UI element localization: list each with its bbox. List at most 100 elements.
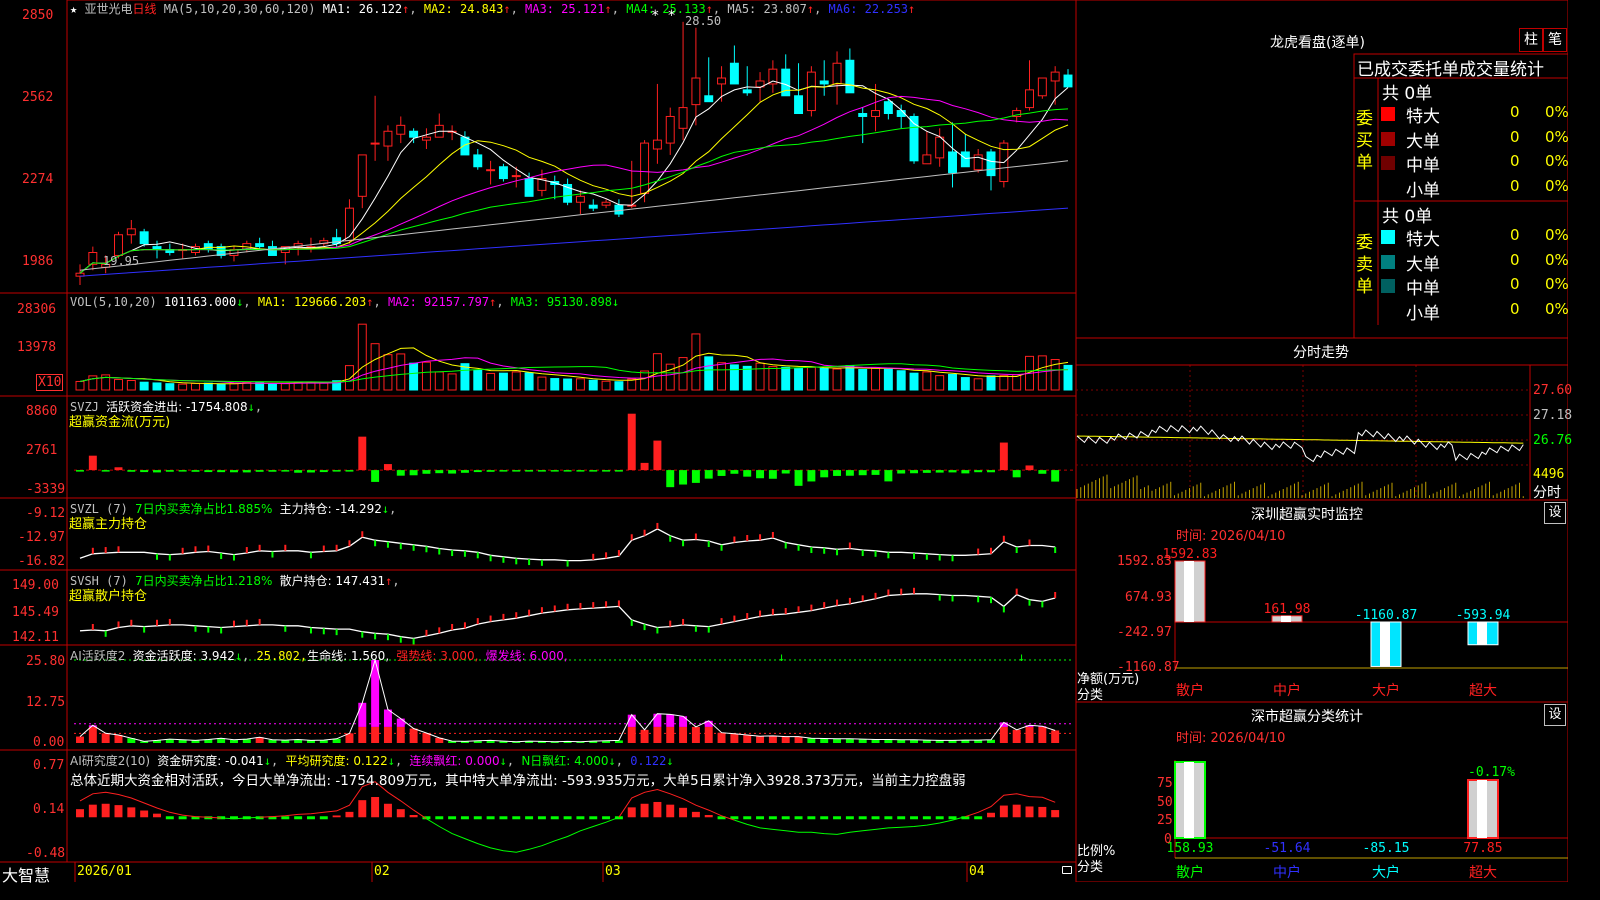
ai1-bar xyxy=(730,733,739,743)
vol-y-tick-0: 28306 xyxy=(17,302,57,317)
vol-ma3-arrow: ↓ xyxy=(611,295,620,309)
intraday-y-0: 27.60 xyxy=(1533,383,1573,398)
classify-value-1: -51.64 xyxy=(1264,841,1311,856)
volume-bar xyxy=(845,365,855,391)
volume-bar xyxy=(742,365,752,391)
lhb-row-pct: 0% xyxy=(1545,127,1569,146)
ai1-v3: 生命线: 1.560, xyxy=(307,649,390,663)
lhb-bar-button[interactable]: 柱 xyxy=(1519,28,1543,52)
volume-bar xyxy=(357,323,367,391)
lhb-row-name: 小单 xyxy=(1406,303,1440,324)
intraday-y-4: 分时 xyxy=(1533,485,1561,501)
ai1-bar-top xyxy=(396,718,405,727)
candle-body xyxy=(114,234,123,256)
volume-bar xyxy=(524,372,534,391)
ma3-value: MA3: 25.121 xyxy=(525,2,605,16)
svzj-bar xyxy=(704,470,713,479)
ai1-bar xyxy=(101,733,110,743)
ai2-v3: 连续飘红: 0.000 xyxy=(409,754,500,768)
ai2-bar xyxy=(409,815,418,818)
period-label[interactable]: 日线 xyxy=(132,2,156,16)
volume-bar xyxy=(486,372,496,391)
candle-body xyxy=(832,62,842,85)
candle-body xyxy=(717,77,727,85)
ai2-bar xyxy=(563,816,572,820)
ai2-bar xyxy=(371,797,380,818)
ai1-bar xyxy=(76,736,84,743)
volume-bar xyxy=(960,377,970,391)
monitor-value-3: -593.94 xyxy=(1456,608,1511,623)
lhb-buy-row: 中单 0 0% xyxy=(1380,151,1569,176)
svzj-bar xyxy=(743,470,752,477)
ai2-bar xyxy=(845,816,854,820)
ai2-bar xyxy=(306,816,315,820)
ai2-line-seg xyxy=(618,788,735,821)
ma5-value: MA5: 23.807 xyxy=(727,2,807,16)
ai1-header: AI活跃度2 xyxy=(70,649,126,663)
candle-body xyxy=(396,124,406,135)
ai2-summary: 总体近期大资金相对活跃，今日大单净流出: -1754.809万元，其中特大单净流… xyxy=(70,773,966,789)
main-y-tick-0: 2850 xyxy=(22,8,54,23)
ai2-bar xyxy=(589,816,598,820)
stock-name[interactable]: 亚世光电 xyxy=(84,2,132,16)
ai2-bar xyxy=(743,816,752,820)
svzj-bar xyxy=(987,470,995,473)
svzj-bar xyxy=(730,470,739,474)
candle-body xyxy=(614,204,624,215)
ai1-bar xyxy=(627,726,636,743)
svzj-bar xyxy=(679,470,688,485)
lock-icon[interactable] xyxy=(1062,866,1072,874)
volume-bar xyxy=(1063,364,1073,391)
main-y-tick-1: 2562 xyxy=(22,90,54,105)
volume-ma-1 xyxy=(79,347,1069,385)
svzj-bar xyxy=(294,470,303,473)
ai2-bar xyxy=(999,805,1008,818)
svsh-y-tick-0: 149.00 xyxy=(12,578,59,593)
svzj-bar xyxy=(884,470,893,482)
intraday-grid xyxy=(1076,365,1530,498)
volume-bar xyxy=(691,333,701,391)
svzj-arrow: ↓ xyxy=(247,400,255,414)
ai1-bar xyxy=(1012,729,1021,743)
ai2-bar xyxy=(435,816,444,820)
monitor-settings-button[interactable]: 设 xyxy=(1544,502,1566,524)
ai2-bar xyxy=(178,816,187,820)
lhb-tick-button[interactable]: 笔 xyxy=(1543,28,1567,52)
lhb-swatch xyxy=(1381,254,1395,269)
lhb-row-name: 小单 xyxy=(1406,180,1440,201)
volume-bar xyxy=(729,364,739,391)
lhb-sell-row: 大单 0 0% xyxy=(1380,250,1569,275)
svzl-y-tick-1: -12.97 xyxy=(18,530,65,545)
high-mark: 28.50 xyxy=(685,14,722,28)
ai1-y-tick-2: 0.00 xyxy=(33,735,65,750)
svzj-comma: , xyxy=(254,400,263,414)
volume-bar xyxy=(473,369,483,391)
ai2-bar xyxy=(1025,806,1034,818)
candle-body xyxy=(948,151,957,174)
chart-canvas: ↓ ↓ 1592.83 散户 161.98 中户 -1160.87 大户 -593.94 超大 15… xyxy=(0,0,1568,882)
svzj-bar xyxy=(974,470,983,473)
candle-body xyxy=(357,154,367,197)
ai1-bar-top xyxy=(653,713,662,727)
svzj-bar xyxy=(576,470,585,472)
classify-settings-button[interactable]: 设 xyxy=(1544,704,1566,726)
lhb-title: 龙虎看盘(逐单) xyxy=(1270,35,1365,51)
svzj-bar xyxy=(448,470,457,474)
candle-body xyxy=(126,228,136,236)
volume-bar xyxy=(383,354,393,391)
volume-bar xyxy=(216,383,226,391)
intraday-y-3: 4496 xyxy=(1533,467,1565,482)
svzj-bar xyxy=(204,470,213,473)
ma2-value: MA2: 24.843 xyxy=(423,2,504,16)
candle-body xyxy=(986,151,996,177)
vol-legend: VOL(5,10,20) 101163.000↓, MA1: 129666.20… xyxy=(70,295,620,309)
volume-bar xyxy=(768,366,778,391)
lhb-buy-row: 小单 0 0% xyxy=(1380,176,1569,201)
ai2-bar xyxy=(550,816,559,820)
classify-time: 时间: 2026/04/10 xyxy=(1176,731,1286,746)
candle-body xyxy=(794,95,804,115)
monitor-cat-3: 超大 xyxy=(1469,683,1497,699)
svzj-bar xyxy=(281,470,290,472)
svzj-bar xyxy=(910,470,919,474)
svzj-bar xyxy=(935,470,944,473)
